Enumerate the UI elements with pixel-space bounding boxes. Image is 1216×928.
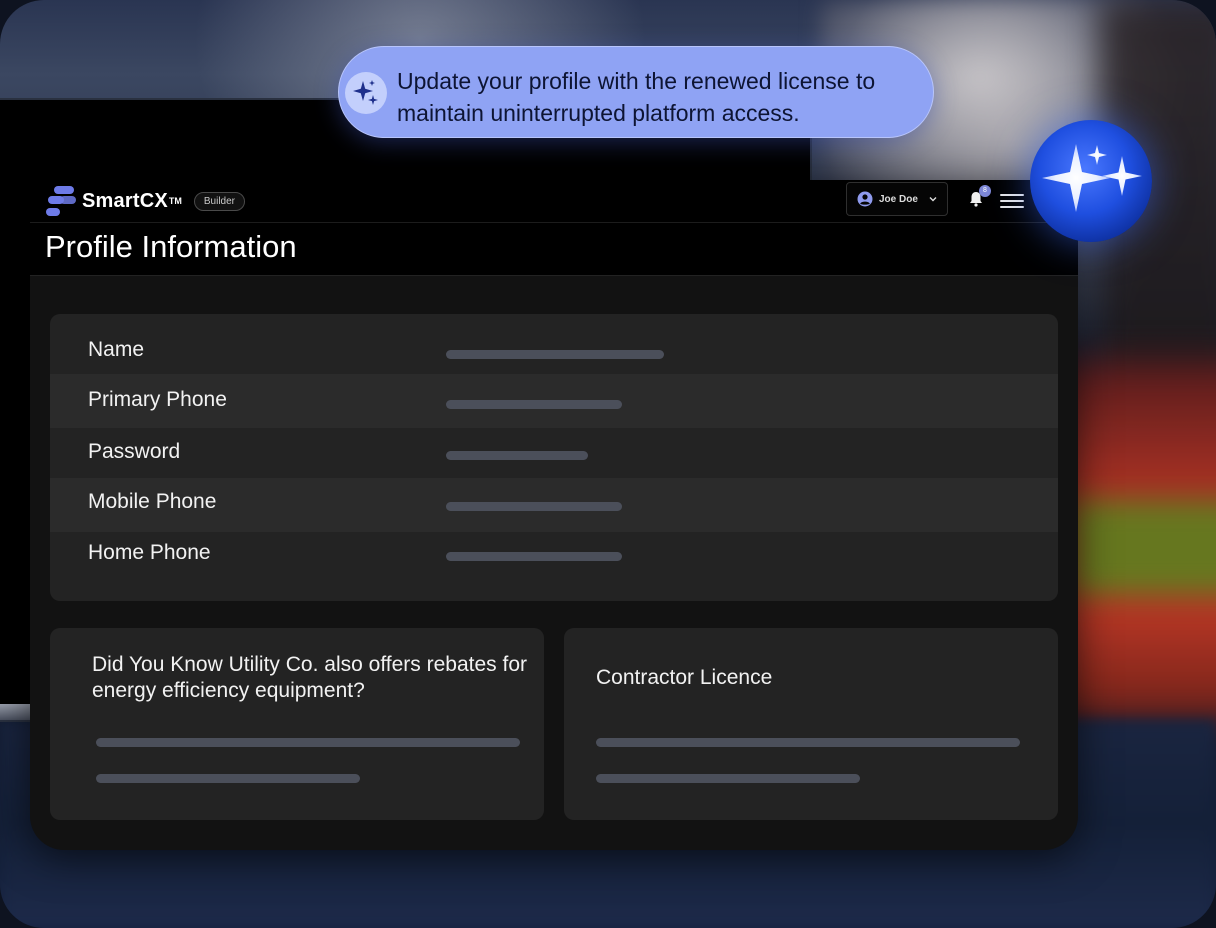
contractor-licence-title: Contractor Licence: [596, 666, 773, 689]
profile-field-label: Primary Phone: [88, 388, 227, 411]
text-placeholder-bar: [96, 738, 520, 747]
profile-value-placeholder: [446, 502, 622, 511]
hamburger-menu-icon[interactable]: [1000, 191, 1024, 209]
rebates-info-card[interactable]: Did You Know Utility Co. also offers reb…: [50, 628, 544, 820]
profile-field-label: Home Phone: [88, 541, 211, 564]
profile-row-primary-phone[interactable]: Primary Phone: [50, 374, 1058, 428]
background-photo: SmartCX TM Builder Joe Doe 8 Profile Inf…: [0, 0, 1216, 928]
smartcx-logo-icon: [46, 184, 78, 218]
profile-info-card: Name Primary Phone Password Mobile Phone…: [50, 314, 1058, 601]
text-placeholder-bar: [596, 738, 1020, 747]
notification-count-badge: 8: [979, 185, 991, 197]
top-navigation-bar: SmartCX TM Builder Joe Doe 8: [30, 180, 1078, 223]
sparkle-icon: [1042, 144, 1142, 212]
chevron-down-icon: [929, 197, 937, 202]
page-header: Profile Information: [30, 223, 1078, 276]
user-menu-button[interactable]: Joe Doe: [846, 182, 948, 216]
profile-value-placeholder: [446, 400, 622, 409]
profile-value-placeholder: [446, 451, 588, 460]
profile-field-label: Name: [88, 338, 145, 361]
assistant-message-bubble: Update your profile with the renewed lic…: [338, 46, 934, 138]
builder-badge: Builder: [193, 191, 246, 211]
profile-value-placeholder: [446, 552, 622, 561]
brand-logo[interactable]: SmartCX TM Builder: [46, 182, 246, 220]
contractor-licence-card[interactable]: Contractor Licence: [564, 628, 1058, 820]
brand-name: SmartCX: [82, 189, 168, 212]
profile-row-name[interactable]: Name: [50, 314, 1058, 374]
user-avatar-icon: [857, 191, 873, 207]
assistant-message-text: Update your profile with the renewed lic…: [397, 68, 876, 126]
ai-assistant-button[interactable]: [1030, 120, 1152, 242]
profile-row-password[interactable]: Password: [50, 428, 1058, 478]
page-title: Profile Information: [45, 229, 297, 264]
text-placeholder-bar: [96, 774, 360, 783]
background-green-patch: [1070, 500, 1216, 595]
brand-trademark: TM: [168, 196, 182, 206]
rebates-text: Did You Know Utility Co. also offers reb…: [92, 653, 528, 702]
text-placeholder-bar: [596, 774, 860, 783]
profile-row-mobile-phone[interactable]: Mobile Phone: [50, 478, 1058, 532]
profile-field-label: Mobile Phone: [88, 490, 217, 513]
sparkle-icon: [345, 72, 387, 114]
profile-value-placeholder: [446, 350, 664, 359]
user-name: Joe Doe: [879, 193, 918, 205]
app-window: SmartCX TM Builder Joe Doe 8 Profile Inf…: [30, 180, 1078, 850]
profile-field-label: Password: [88, 440, 181, 463]
profile-row-home-phone[interactable]: Home Phone: [50, 532, 1058, 601]
